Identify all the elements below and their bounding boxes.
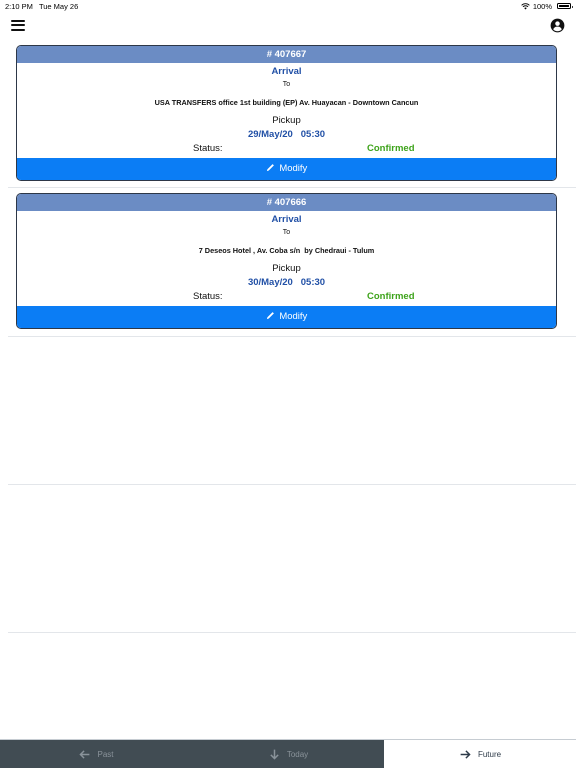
nav-future-label: Future bbox=[477, 749, 502, 759]
nav-today-button[interactable]: Today bbox=[192, 740, 384, 768]
destination: 7 Deseos Hotel , Av. Coba s/n by Chedrau… bbox=[198, 246, 375, 255]
nav-past-button[interactable]: Past bbox=[0, 740, 192, 768]
status-right: 100% bbox=[521, 1, 573, 11]
status-time: 2:10 PM bbox=[5, 1, 33, 11]
status-left: 2:10 PM Tue May 26 bbox=[5, 2, 78, 11]
account-circle-icon[interactable] bbox=[550, 18, 565, 33]
pickup-datetime: 30/May/20 05:30 bbox=[247, 277, 326, 288]
status-bar: 2:10 PM Tue May 26 100% bbox=[0, 0, 576, 12]
destination: USA TRANSFERS office 1st building (EP) A… bbox=[154, 98, 419, 107]
hamburger-menu-icon[interactable] bbox=[11, 20, 25, 32]
nav-past-label: Past bbox=[97, 749, 114, 759]
arrow-left-icon bbox=[79, 749, 90, 759]
arrow-down-icon bbox=[270, 749, 279, 760]
nav-future-button[interactable]: Future bbox=[384, 740, 576, 768]
arrow-right-icon bbox=[460, 749, 471, 759]
top-bar bbox=[0, 14, 576, 38]
battery-icon bbox=[557, 3, 573, 9]
modify-button[interactable]: Modify bbox=[17, 306, 556, 328]
status-label: Status: bbox=[193, 143, 223, 154]
to-label: To bbox=[282, 229, 291, 236]
pencil-icon bbox=[266, 164, 274, 172]
status-value: Confirmed bbox=[367, 143, 415, 154]
booking-type: Arrival bbox=[271, 214, 302, 225]
pickup-label: Pickup bbox=[272, 263, 301, 274]
booking-type: Arrival bbox=[271, 66, 302, 77]
pencil-icon bbox=[266, 312, 274, 320]
modify-label: Modify bbox=[279, 163, 308, 174]
pickup-label: Pickup bbox=[272, 115, 301, 126]
row-divider bbox=[8, 484, 576, 485]
modify-button[interactable]: Modify bbox=[17, 158, 556, 180]
to-label: To bbox=[282, 81, 291, 88]
nav-today-label: Today bbox=[286, 749, 309, 759]
status-row: Status: Confirmed bbox=[17, 291, 556, 303]
row-divider bbox=[8, 187, 576, 188]
status-label: Status: bbox=[193, 291, 223, 302]
booking-card: # 407666 Arrival To 7 Deseos Hotel , Av.… bbox=[16, 193, 557, 329]
row-divider bbox=[8, 632, 576, 633]
booking-number: # 407666 bbox=[17, 194, 556, 211]
status-value: Confirmed bbox=[367, 291, 415, 302]
status-row: Status: Confirmed bbox=[17, 143, 556, 155]
pickup-datetime: 29/May/20 05:30 bbox=[247, 129, 326, 140]
booking-number: # 407667 bbox=[17, 46, 556, 63]
status-date: Tue May 26 bbox=[38, 1, 79, 11]
row-divider bbox=[8, 336, 576, 337]
wifi-icon bbox=[521, 2, 530, 9]
battery-percent: 100% bbox=[532, 1, 552, 11]
bottom-nav: Past Today Future bbox=[0, 739, 576, 768]
booking-card: # 407667 Arrival To USA TRANSFERS office… bbox=[16, 45, 557, 181]
modify-label: Modify bbox=[279, 311, 308, 322]
